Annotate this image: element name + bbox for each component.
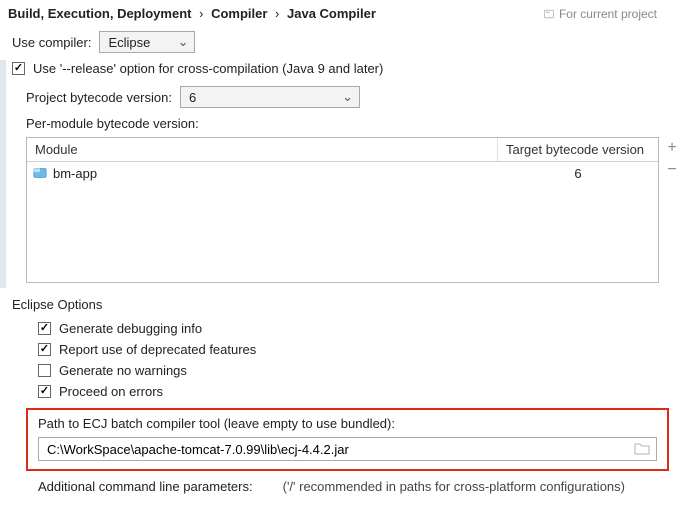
proceed-on-errors-label: Proceed on errors — [59, 384, 163, 399]
breadcrumb-mid: Compiler — [211, 6, 267, 21]
browse-folder-icon[interactable] — [634, 441, 650, 458]
module-name: bm-app — [53, 166, 97, 181]
col-target-header: Target bytecode version — [498, 138, 658, 161]
proceed-on-errors-checkbox[interactable] — [38, 385, 51, 398]
release-option-checkbox[interactable] — [12, 62, 25, 75]
ecj-path-group: Path to ECJ batch compiler tool (leave e… — [26, 408, 669, 471]
use-compiler-label: Use compiler: — [12, 35, 91, 50]
generate-debug-label: Generate debugging info — [59, 321, 202, 336]
additional-params-label: Additional command line parameters: — [38, 479, 253, 494]
per-module-table: Module Target bytecode version bm-app 6 — [26, 137, 659, 283]
breadcrumb: Build, Execution, Deployment › Compiler … — [8, 6, 376, 21]
breadcrumb-sep: › — [199, 6, 203, 21]
scope-hint: For current project — [543, 7, 657, 21]
breadcrumb-sep: › — [275, 6, 279, 21]
remove-row-button[interactable]: − — [661, 159, 683, 181]
additional-params-hint: ('/' recommended in paths for cross-plat… — [283, 479, 625, 494]
chevron-down-icon: ⌄ — [342, 89, 353, 105]
use-compiler-select[interactable]: Eclipse ⌄ — [99, 31, 195, 53]
ecj-path-label: Path to ECJ batch compiler tool (leave e… — [38, 416, 657, 437]
ecj-path-field[interactable] — [38, 437, 657, 461]
eclipse-options-title: Eclipse Options — [0, 283, 695, 318]
breadcrumb-root: Build, Execution, Deployment — [8, 6, 191, 21]
eclipse-options-group: Generate debugging info Report use of de… — [0, 318, 695, 402]
project-bytecode-select[interactable]: 6 ⌄ — [180, 86, 360, 108]
deprecated-checkbox[interactable] — [38, 343, 51, 356]
project-bytecode-value: 6 — [189, 90, 196, 105]
add-row-button[interactable]: + — [661, 137, 683, 159]
no-warnings-checkbox[interactable] — [38, 364, 51, 377]
table-row[interactable]: bm-app 6 — [27, 162, 658, 184]
scope-hint-text: For current project — [559, 7, 657, 21]
table-header: Module Target bytecode version — [27, 138, 658, 162]
header-row: Build, Execution, Deployment › Compiler … — [0, 0, 695, 25]
ecj-path-input[interactable] — [45, 441, 634, 458]
breadcrumb-leaf: Java Compiler — [287, 6, 376, 21]
col-module-header: Module — [27, 138, 498, 161]
no-warnings-label: Generate no warnings — [59, 363, 187, 378]
module-target: 6 — [498, 166, 658, 181]
per-module-label: Per-module bytecode version: — [0, 110, 695, 135]
deprecated-label: Report use of deprecated features — [59, 342, 256, 357]
chevron-down-icon: ⌄ — [178, 34, 189, 50]
project-bytecode-label: Project bytecode version: — [26, 90, 172, 105]
left-gutter — [0, 60, 6, 288]
module-icon — [33, 166, 47, 180]
release-option-label: Use '--release' option for cross-compila… — [33, 61, 383, 76]
generate-debug-checkbox[interactable] — [38, 322, 51, 335]
use-compiler-value: Eclipse — [108, 35, 150, 50]
project-icon — [543, 8, 555, 20]
